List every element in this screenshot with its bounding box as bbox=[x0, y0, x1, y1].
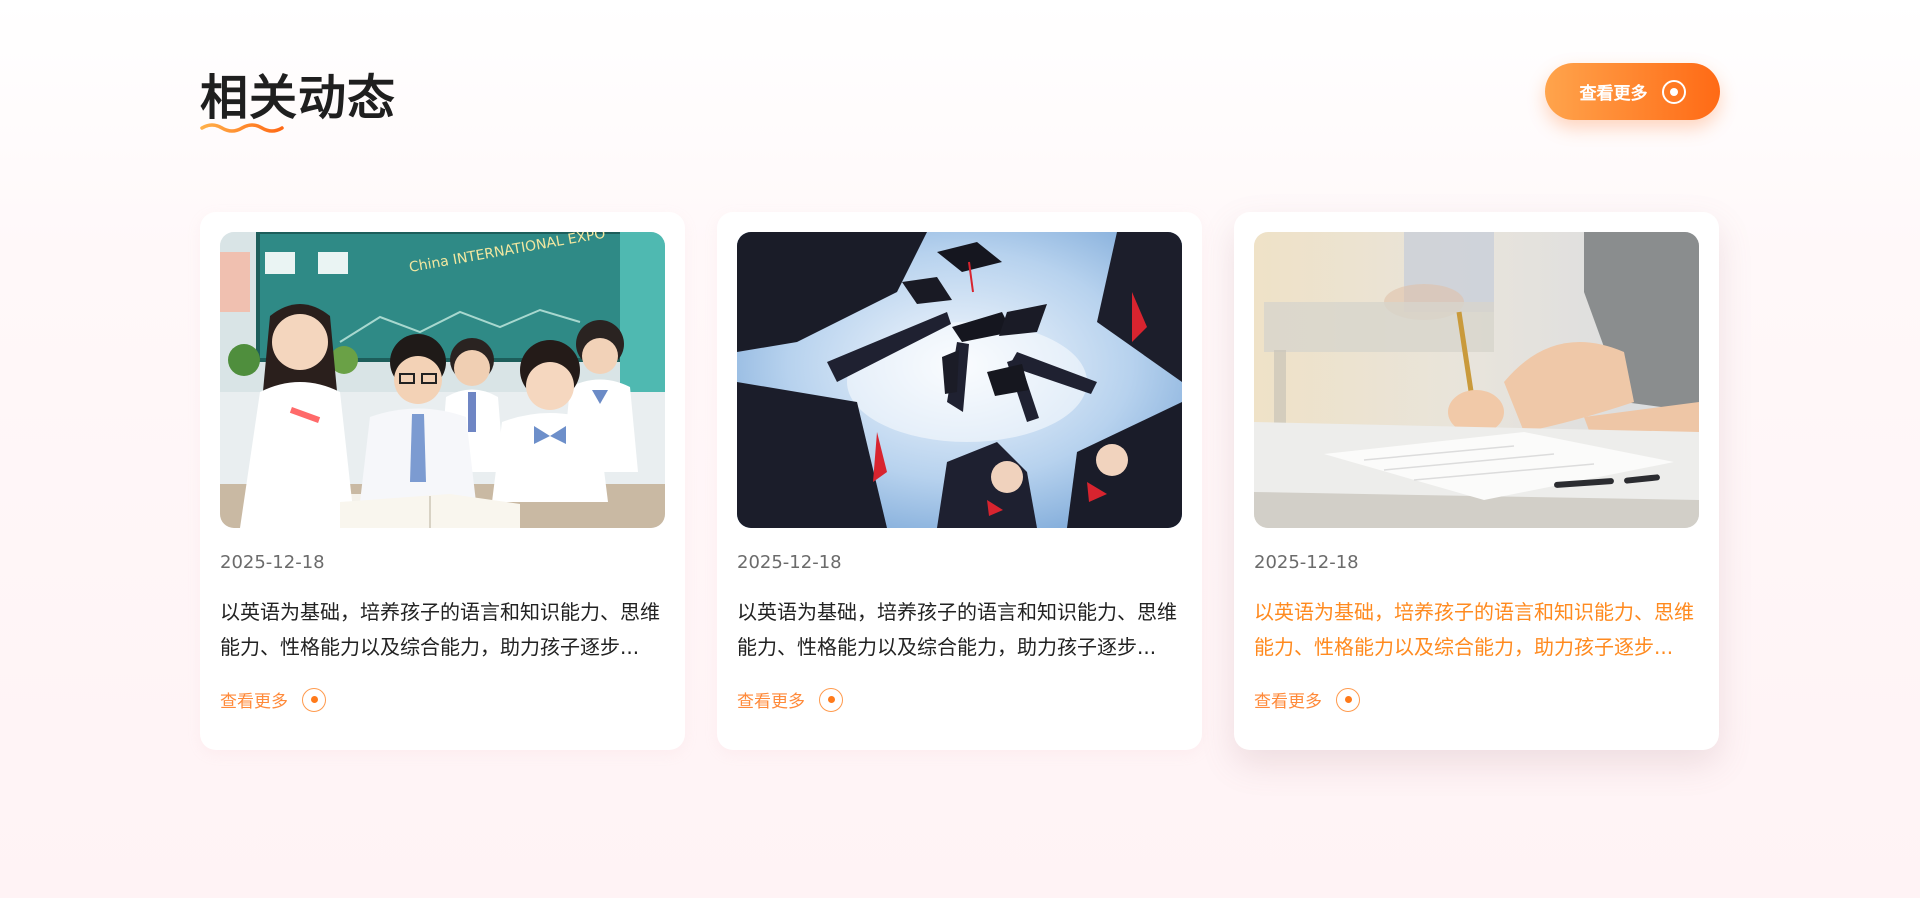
card-view-more-label: 查看更多 bbox=[1254, 692, 1322, 712]
news-card[interactable]: 2025-12-18 以英语为基础，培养孩子的语言和知识能力、思维能力、性格能力… bbox=[717, 212, 1202, 750]
card-view-more-label: 查看更多 bbox=[220, 692, 288, 712]
card-date: 2025-12-18 bbox=[737, 552, 842, 573]
card-view-more-link[interactable]: 查看更多 bbox=[737, 687, 843, 712]
graduation-caps-photo[interactable] bbox=[737, 232, 1182, 528]
section-title: 相关动态 bbox=[200, 70, 397, 126]
circle-dot-icon bbox=[1661, 79, 1686, 104]
title-wave-decoration bbox=[200, 123, 284, 133]
classroom-students-photo[interactable]: China INTERNATIONAL EXPO bbox=[220, 232, 665, 528]
circle-dot-icon bbox=[1336, 687, 1360, 712]
card-description[interactable]: 以英语为基础，培养孩子的语言和知识能力、思维能力、性格能力以及综合能力，助力孩子… bbox=[737, 595, 1182, 665]
circle-dot-icon bbox=[819, 687, 843, 712]
card-description[interactable]: 以英语为基础，培养孩子的语言和知识能力、思维能力、性格能力以及综合能力，助力孩子… bbox=[220, 595, 665, 665]
card-date: 2025-12-18 bbox=[220, 552, 325, 573]
news-card[interactable]: China INTERNATIONAL EXPO 2025-12-18 以英语为… bbox=[200, 212, 685, 750]
card-description[interactable]: 以英语为基础，培养孩子的语言和知识能力、思维能力、性格能力以及综合能力，助力孩子… bbox=[1254, 595, 1699, 665]
card-date: 2025-12-18 bbox=[1254, 552, 1359, 573]
view-more-button[interactable]: 查看更多 bbox=[1545, 63, 1720, 120]
card-view-more-link[interactable]: 查看更多 bbox=[1254, 687, 1360, 712]
exam-writing-photo[interactable] bbox=[1254, 232, 1699, 528]
card-view-more-label: 查看更多 bbox=[737, 692, 805, 712]
view-more-label: 查看更多 bbox=[1579, 84, 1648, 104]
news-card-active[interactable]: 2025-12-18 以英语为基础，培养孩子的语言和知识能力、思维能力、性格能力… bbox=[1234, 212, 1719, 750]
circle-dot-icon bbox=[302, 687, 326, 712]
card-view-more-link[interactable]: 查看更多 bbox=[220, 687, 326, 712]
